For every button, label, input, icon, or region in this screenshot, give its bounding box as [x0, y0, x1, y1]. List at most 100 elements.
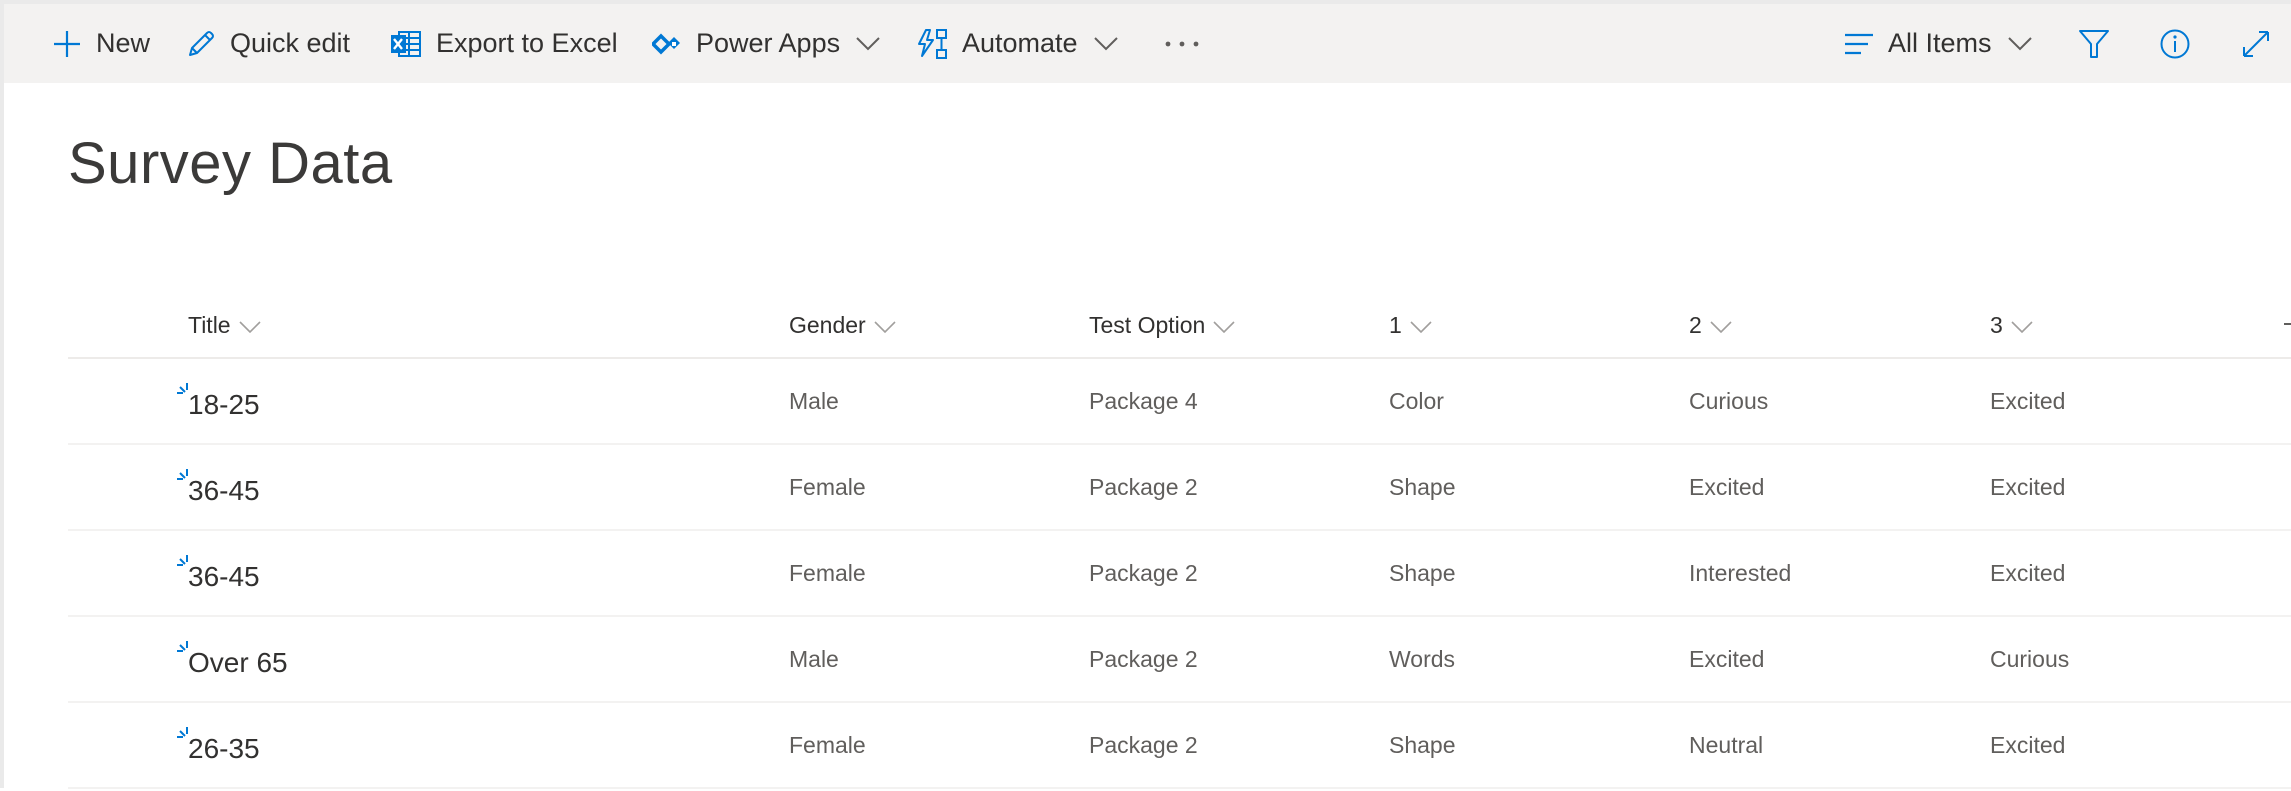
cell-2: Curious	[1689, 359, 1768, 443]
cell-2-text: Interested	[1689, 559, 1792, 586]
view-selector-label: All Items	[1888, 28, 1992, 58]
cell-1: Shape	[1389, 531, 1456, 615]
column-header-label: Test Option	[1089, 311, 1206, 338]
cell-3: Curious	[1990, 617, 2069, 701]
chevron-down-icon	[856, 36, 880, 51]
cell-title[interactable]: 18-25	[177, 359, 260, 447]
table-row[interactable]: 26-35 Female Package 2 Shape Neutral Excited	[68, 703, 2291, 789]
column-header-3[interactable]: 3	[1990, 300, 2033, 350]
more-commands-button[interactable]	[1164, 4, 1200, 83]
filter-button[interactable]	[2078, 4, 2110, 83]
cell-title-text: 36-45	[188, 561, 260, 592]
table-row[interactable]: 18-25 Male Package 4 Color Curious Excited	[68, 359, 2291, 445]
cell-title[interactable]: 36-45	[177, 531, 260, 619]
cell-3-text: Excited	[1990, 731, 2066, 758]
power-apps-button[interactable]: Power Apps	[652, 4, 880, 83]
table-row[interactable]: 36-45 Female Package 2 Shape Interested Excit…	[68, 531, 2291, 617]
cell-test-option-text: Package 2	[1089, 559, 1198, 586]
cell-test-option: Package 2	[1089, 703, 1198, 787]
column-header-2[interactable]: 2	[1689, 300, 1732, 350]
cell-gender: Female	[789, 445, 866, 529]
cell-3: Excited	[1990, 359, 2065, 443]
table-row[interactable]: 36-45 Female Package 2 Shape Excited Excited	[68, 445, 2291, 531]
cell-gender-text: Male	[789, 387, 839, 414]
new-item-icon	[176, 715, 192, 747]
cell-test-option: Package 2	[1089, 531, 1198, 615]
cell-test-option-text: Package 2	[1089, 473, 1198, 500]
export-to-excel-label: Export to Excel	[436, 28, 618, 58]
cell-3: Excited	[1990, 531, 2065, 615]
automate-label: Automate	[962, 28, 1078, 58]
chevron-down-icon	[2007, 36, 2032, 51]
info-icon	[2159, 28, 2191, 60]
cell-gender: Female	[789, 703, 866, 787]
cell-3-text: Excited	[1990, 473, 2066, 500]
chevron-down-icon	[2011, 312, 2033, 339]
column-header-gender[interactable]: Gender	[789, 300, 896, 350]
cell-test-option: Package 4	[1089, 359, 1198, 443]
chevron-down-icon	[1093, 36, 1118, 51]
row-divider	[68, 787, 2291, 789]
cell-2-text: Curious	[1689, 387, 1769, 414]
cell-1: Shape	[1389, 445, 1456, 529]
command-bar: New Quick edit Export to Excel Power App…	[4, 4, 2291, 83]
cell-1-text: Color	[1389, 387, 1444, 414]
filter-icon	[2078, 28, 2110, 60]
cell-3-text: Excited	[1990, 387, 2066, 414]
cell-2-text: Excited	[1689, 473, 1765, 500]
pencil-icon	[186, 29, 216, 59]
new-item-icon	[176, 629, 192, 661]
cell-gender: Male	[789, 359, 839, 443]
automate-button[interactable]: Automate	[916, 4, 1118, 83]
new-item-icon	[176, 543, 192, 575]
cell-test-option: Package 2	[1089, 617, 1198, 701]
cell-gender-text: Female	[789, 731, 866, 758]
chevron-down-icon	[1710, 312, 1732, 339]
chevron-down-icon	[1213, 312, 1235, 339]
cell-2: Excited	[1689, 445, 1764, 529]
expand-icon	[2240, 28, 2272, 60]
cell-2: Neutral	[1689, 703, 1763, 787]
new-button[interactable]: New	[52, 4, 150, 83]
column-header-title[interactable]: Title	[188, 300, 261, 350]
cell-test-option: Package 2	[1089, 445, 1198, 529]
column-header-label: 1	[1389, 311, 1402, 338]
view-lines-icon	[1844, 31, 1874, 57]
cell-1: Shape	[1389, 703, 1456, 787]
cell-gender: Female	[789, 531, 866, 615]
quick-edit-button[interactable]: Quick edit	[186, 4, 350, 83]
chevron-down-icon	[239, 312, 261, 339]
view-selector[interactable]: All Items	[1844, 4, 2032, 83]
cell-1-text: Shape	[1389, 559, 1456, 586]
cell-title-text: 36-45	[188, 475, 260, 506]
cell-title[interactable]: Over 65	[177, 617, 288, 705]
column-header-1[interactable]: 1	[1389, 300, 1432, 350]
cell-3-text: Excited	[1990, 559, 2066, 586]
cell-title[interactable]: 36-45	[177, 445, 260, 533]
cell-1-text: Words	[1389, 645, 1456, 672]
cell-1: Color	[1389, 359, 1444, 443]
new-item-icon	[176, 457, 192, 489]
chevron-down-icon	[1410, 312, 1432, 339]
cell-gender-text: Female	[789, 559, 866, 586]
cell-title[interactable]: 26-35	[177, 703, 260, 791]
export-to-excel-button[interactable]: Export to Excel	[390, 4, 618, 83]
cell-gender: Male	[789, 617, 839, 701]
column-header-label: 3	[1990, 311, 2003, 338]
column-header-test-option[interactable]: Test Option	[1089, 300, 1235, 350]
table-row[interactable]: Over 65 Male Package 2 Words Excited Curious	[68, 617, 2291, 703]
new-label: New	[96, 28, 151, 58]
cell-title-text: 26-35	[188, 733, 260, 764]
cell-1-text: Shape	[1389, 473, 1456, 500]
column-header-label: Gender	[789, 311, 866, 338]
add-column-button[interactable]	[2284, 323, 2291, 325]
cell-gender-text: Male	[789, 645, 839, 672]
info-button[interactable]	[2159, 4, 2191, 83]
cell-title-text: 18-25	[188, 389, 260, 420]
power-automate-icon	[916, 28, 948, 60]
expand-button[interactable]	[2240, 4, 2272, 83]
cell-gender-text: Female	[789, 473, 866, 500]
power-apps-icon	[652, 29, 682, 59]
page-title: Survey Data	[68, 131, 393, 196]
cell-2-text: Neutral	[1689, 731, 1764, 758]
